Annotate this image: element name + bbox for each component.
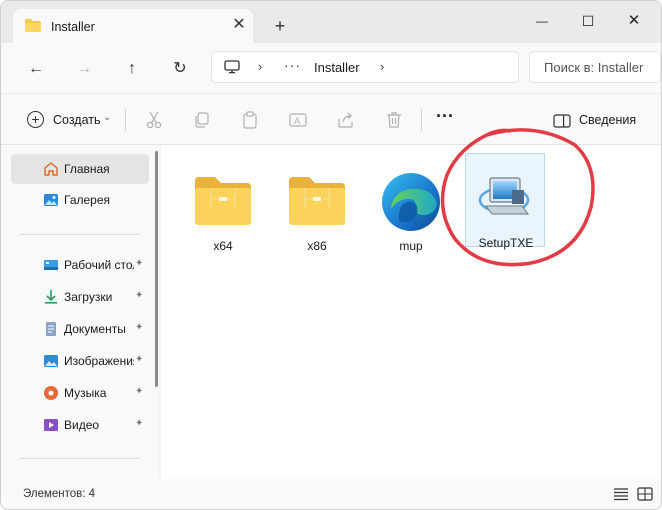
- tab-installer[interactable]: Installer ✕: [13, 9, 253, 43]
- navigation-bar: ← → ↑ ↻ › ··· Installer ›: [1, 43, 661, 93]
- file-item-mup[interactable]: mup: [371, 155, 451, 253]
- sidebar-divider: [19, 234, 139, 235]
- folder-icon: [25, 19, 41, 32]
- tab-title: Installer: [51, 20, 95, 34]
- close-window-icon[interactable]: ✕: [611, 7, 657, 35]
- minimize-icon[interactable]: —: [519, 7, 565, 35]
- sidebar-item-pictures[interactable]: Изображения ✦: [11, 346, 149, 376]
- sidebar-item-desktop[interactable]: Рабочий стол ✦: [11, 250, 149, 280]
- folder-icon: [289, 177, 345, 225]
- home-icon: [44, 162, 58, 176]
- status-bar: Элементов: 4: [1, 479, 661, 509]
- search-box[interactable]: [529, 51, 661, 83]
- navigation-pane: Главная Галерея Рабочий стол ✦ Загрузки …: [1, 145, 159, 479]
- file-name: x86: [307, 239, 327, 253]
- sidebar-item-music[interactable]: Музыка ✦: [11, 378, 149, 408]
- up-icon[interactable]: ↑: [119, 56, 145, 82]
- create-button[interactable]: + Создать ⌄: [21, 106, 117, 134]
- video-icon: [44, 419, 58, 431]
- delete-icon[interactable]: [384, 110, 404, 130]
- sidebar-item-home[interactable]: Главная: [11, 154, 149, 184]
- sidebar-label: Видео: [64, 418, 100, 432]
- search-input[interactable]: [530, 52, 650, 82]
- item-count: Элементов: 4: [23, 488, 96, 500]
- file-list: x64 x86 mup SetupTXE: [161, 128, 661, 479]
- desktop-icon: [44, 260, 58, 270]
- divider: [125, 109, 126, 131]
- pin-icon[interactable]: ✦: [135, 322, 143, 333]
- sidebar-label: Изображения: [64, 354, 134, 368]
- divider: [421, 109, 422, 131]
- address-chevron[interactable]: ›: [258, 59, 262, 74]
- chevron-down-icon: ⌄: [103, 112, 112, 123]
- address-segment[interactable]: Installer: [314, 60, 360, 75]
- address-more-icon[interactable]: ···: [284, 57, 301, 73]
- details-view-icon[interactable]: [613, 487, 629, 501]
- sidebar-item-documents[interactable]: Документы ✦: [11, 314, 149, 344]
- sidebar-label: Галерея: [64, 193, 111, 207]
- sidebar-label: Главная: [64, 162, 110, 176]
- sidebar-label: Загрузки: [64, 290, 113, 304]
- gallery-icon: [44, 194, 58, 206]
- plus-icon: +: [27, 111, 44, 128]
- details-label: Сведения: [579, 113, 637, 127]
- details-button[interactable]: Сведения: [551, 111, 651, 131]
- back-icon[interactable]: ←: [23, 56, 49, 82]
- file-item-x86[interactable]: x86: [277, 155, 357, 253]
- pin-icon[interactable]: ✦: [135, 386, 143, 397]
- svg-text:A: A: [294, 117, 301, 127]
- sidebar-divider: [19, 458, 139, 459]
- sidebar-label: Документы: [64, 322, 126, 336]
- paste-icon[interactable]: [240, 110, 260, 130]
- details-pane-icon: [553, 114, 571, 128]
- sidebar-label: Рабочий стол: [64, 258, 134, 272]
- download-icon: [45, 290, 57, 304]
- explorer-window: Installer ✕ + — ☐ ✕ ← → ↑ ↻ › ··· Instal…: [0, 0, 662, 510]
- file-name: x64: [213, 239, 233, 253]
- pin-icon[interactable]: ✦: [135, 290, 143, 301]
- file-name: SetupTXE: [478, 236, 534, 250]
- file-item-x64[interactable]: x64: [183, 155, 263, 253]
- sidebar-item-video[interactable]: Видео ✦: [11, 410, 149, 440]
- music-icon: [44, 386, 58, 400]
- edge-browser-icon: [382, 173, 440, 231]
- maximize-icon[interactable]: ☐: [565, 7, 611, 35]
- file-item-setuptxe[interactable]: SetupTXE: [465, 153, 545, 250]
- new-tab-icon[interactable]: +: [269, 15, 291, 37]
- more-options-icon[interactable]: ···: [433, 106, 457, 130]
- documents-icon: [46, 322, 56, 336]
- tab-close-icon[interactable]: ✕: [229, 15, 249, 35]
- create-label: Создать: [53, 113, 101, 127]
- title-bar: Installer ✕ + — ☐ ✕: [1, 1, 661, 43]
- computer-icon: [224, 60, 240, 74]
- sidebar-label: Музыка: [64, 386, 107, 400]
- sidebar-scrollbar[interactable]: [155, 151, 158, 387]
- pin-icon[interactable]: ✦: [135, 354, 143, 365]
- command-bar: + Создать ⌄ A ··· Сведения: [1, 93, 661, 145]
- pin-icon[interactable]: ✦: [135, 418, 143, 429]
- setup-installer-icon: [478, 177, 530, 215]
- pin-icon[interactable]: ✦: [135, 258, 143, 269]
- sidebar-item-downloads[interactable]: Загрузки ✦: [11, 282, 149, 312]
- address-chevron-end[interactable]: ›: [380, 59, 384, 74]
- pictures-icon: [44, 355, 58, 367]
- address-bar[interactable]: › ··· Installer ›: [211, 51, 519, 83]
- tiles-view-icon[interactable]: [637, 487, 653, 501]
- file-name: mup: [399, 239, 423, 253]
- folder-icon: [195, 177, 251, 225]
- forward-icon[interactable]: →: [71, 56, 97, 82]
- copy-icon[interactable]: [192, 110, 212, 130]
- rename-icon[interactable]: A: [288, 110, 308, 130]
- sidebar-item-gallery[interactable]: Галерея: [11, 185, 149, 215]
- share-icon[interactable]: [336, 110, 356, 130]
- refresh-icon[interactable]: ↻: [167, 56, 193, 82]
- cut-icon[interactable]: [144, 110, 164, 130]
